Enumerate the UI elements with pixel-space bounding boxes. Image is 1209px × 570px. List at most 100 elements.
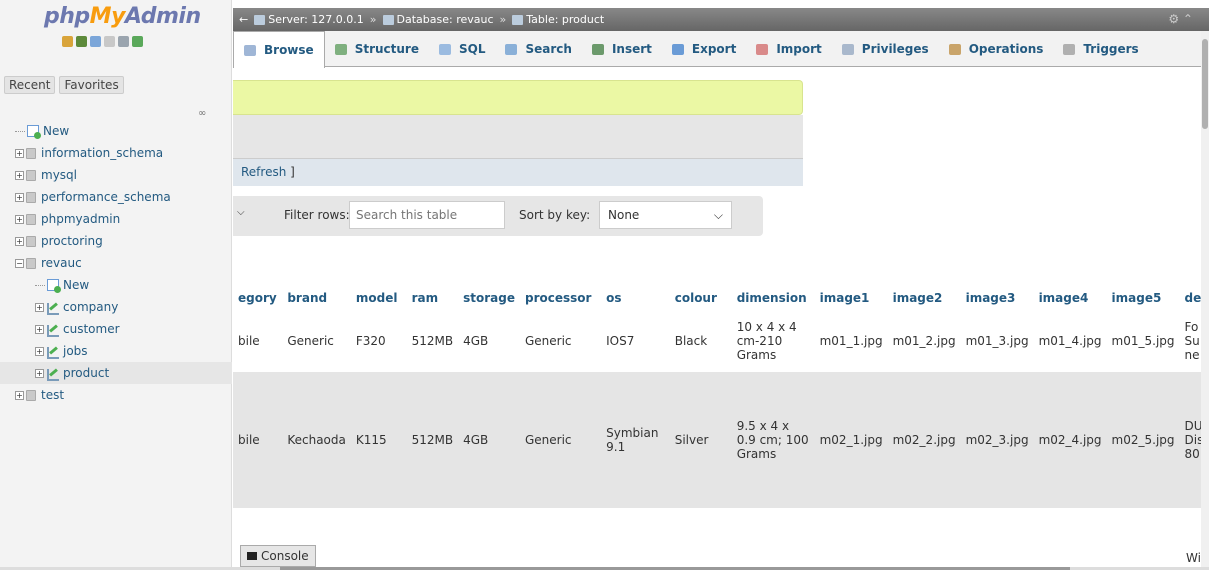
privileges-icon — [841, 43, 854, 55]
expand-icon[interactable]: + — [35, 324, 44, 334]
table-row[interactable]: bile Generic F320 512MB 4GB Generic IOS7 Black 1… — [233, 310, 1209, 372]
tab-export[interactable]: Export — [662, 31, 746, 67]
tree-item-revauc[interactable]: − revauc — [0, 252, 232, 274]
table-cell: m01_5.jpg — [1106, 310, 1180, 372]
tab-structure[interactable]: Structure — [325, 31, 429, 67]
database-icon — [26, 213, 36, 225]
recent-favorites-tabs: Recent Favorites — [4, 76, 124, 94]
tree-item-proctoring[interactable]: + proctoring — [0, 230, 232, 252]
tree-item-company[interactable]: + company — [0, 296, 232, 318]
tab-sql[interactable]: SQL — [429, 31, 496, 67]
docs-icon[interactable] — [104, 36, 115, 47]
tab-browse[interactable]: Browse — [233, 31, 325, 68]
breadcrumb-server[interactable]: Server: 127.0.0.1 — [254, 13, 364, 26]
expand-icon[interactable]: + — [35, 346, 44, 356]
recent-tab[interactable]: Recent — [4, 76, 56, 94]
console-button[interactable]: Console — [240, 545, 316, 567]
expand-icon[interactable]: + — [15, 390, 24, 400]
table-cell: Symbian 9.1 — [601, 372, 670, 508]
tree-item-label: New — [43, 124, 70, 138]
tab-triggers[interactable]: Triggers — [1053, 31, 1148, 67]
expand-icon[interactable]: + — [15, 192, 24, 202]
tree-item-New[interactable]: New — [0, 120, 232, 142]
column-header-brand[interactable]: brand — [282, 285, 351, 310]
tree-item-label: company — [63, 300, 119, 314]
expand-icon[interactable]: + — [15, 148, 24, 158]
tree-item-information-schema[interactable]: + information_schema — [0, 142, 232, 164]
column-header-image5[interactable]: image5 — [1106, 285, 1180, 310]
phpmyadmin-logo[interactable]: phpMyAdmin — [44, 4, 201, 29]
home-icon[interactable] — [62, 36, 73, 47]
filter-rows-label: Filter rows: — [284, 208, 350, 222]
column-header-egory[interactable]: egory — [233, 285, 283, 310]
expand-icon[interactable]: + — [35, 302, 44, 312]
table-icon — [46, 368, 59, 381]
table-cell: m01_1.jpg — [814, 310, 888, 372]
column-header-image3[interactable]: image3 — [960, 285, 1034, 310]
query-icon[interactable] — [90, 36, 101, 47]
column-header-processor[interactable]: processor — [519, 285, 602, 310]
tree-item-phpmyadmin[interactable]: + phpmyadmin — [0, 208, 232, 230]
collapse-icon[interactable]: − — [15, 258, 24, 268]
refresh-link[interactable]: Refresh — [241, 165, 286, 179]
breadcrumb-database[interactable]: Database: revauc — [382, 13, 494, 26]
tree-item-product[interactable]: + product — [0, 362, 232, 384]
scrollbar-thumb[interactable] — [1202, 39, 1208, 129]
table-row[interactable]: bile Kechaoda K115 512MB 4GB Generic Symbian 9… — [233, 372, 1209, 508]
new-icon — [47, 279, 61, 293]
collapse-arrow-icon[interactable]: ← — [239, 13, 248, 26]
database-icon — [26, 389, 36, 401]
column-header-image2[interactable]: image2 — [887, 285, 961, 310]
filter-rows-input[interactable] — [349, 201, 505, 229]
column-header-colour[interactable]: colour — [669, 285, 732, 310]
tree-item-mysql[interactable]: + mysql — [0, 164, 232, 186]
favorites-tab[interactable]: Favorites — [59, 76, 124, 94]
tab-label: Import — [776, 42, 822, 56]
tab-label: Search — [525, 42, 572, 56]
tab-label: Privileges — [861, 42, 929, 56]
column-header-dimension[interactable]: dimension — [731, 285, 815, 310]
column-header-ram[interactable]: ram — [406, 285, 459, 310]
tree-item-test[interactable]: + test — [0, 384, 232, 406]
database-icon — [26, 147, 36, 159]
column-header-image1[interactable]: image1 — [814, 285, 888, 310]
sql-icon — [438, 43, 451, 55]
query-actions-bar — [233, 158, 803, 186]
tree-item-New[interactable]: New — [0, 274, 232, 296]
tree-item-performance-schema[interactable]: + performance_schema — [0, 186, 232, 208]
gear-icon[interactable]: ⚙ ⌃ — [1168, 12, 1193, 26]
structure-icon — [334, 43, 347, 55]
expand-icon[interactable]: + — [15, 170, 24, 180]
tab-import[interactable]: Import — [746, 31, 831, 67]
table-cell: m01_4.jpg — [1033, 310, 1107, 372]
results-table: egory brand model ram storage processor os colo… — [233, 285, 1209, 551]
expand-icon[interactable]: + — [15, 214, 24, 224]
breadcrumb-table[interactable]: Table: product — [512, 13, 604, 26]
reload-icon[interactable] — [132, 36, 143, 47]
chevron-down-icon[interactable]: ⌵ — [237, 207, 245, 218]
settings-icon[interactable] — [118, 36, 129, 47]
expand-icon[interactable]: + — [35, 368, 44, 378]
tree-item-label: New — [63, 278, 90, 292]
exit-icon[interactable] — [76, 36, 87, 47]
table-cell: bile — [233, 372, 283, 508]
link-with-main-icon[interactable]: ∞ — [198, 108, 206, 119]
tree-item-customer[interactable]: + customer — [0, 318, 232, 340]
column-header-os[interactable]: os — [601, 285, 670, 310]
column-header-storage[interactable]: storage — [458, 285, 520, 310]
tree-item-label: jobs — [63, 344, 88, 358]
tree-item-jobs[interactable]: + jobs — [0, 340, 232, 362]
navigation-sidebar: phpMyAdmin Recent Favorites ∞ New + inform… — [0, 0, 232, 570]
vertical-scrollbar[interactable] — [1201, 31, 1209, 570]
tab-search[interactable]: Search — [495, 31, 581, 67]
expand-icon[interactable]: + — [15, 236, 24, 246]
column-header-image4[interactable]: image4 — [1033, 285, 1107, 310]
tab-insert[interactable]: Insert — [582, 31, 662, 67]
column-header-model[interactable]: model — [350, 285, 407, 310]
sort-by-key-select[interactable]: None ⌵ — [599, 201, 732, 229]
sidebar-quick-icons — [62, 36, 143, 47]
tree-item-label: customer — [63, 322, 120, 336]
tab-operations[interactable]: Operations — [939, 31, 1054, 67]
table-cell: F320 — [350, 310, 407, 372]
tab-privileges[interactable]: Privileges — [832, 31, 939, 67]
